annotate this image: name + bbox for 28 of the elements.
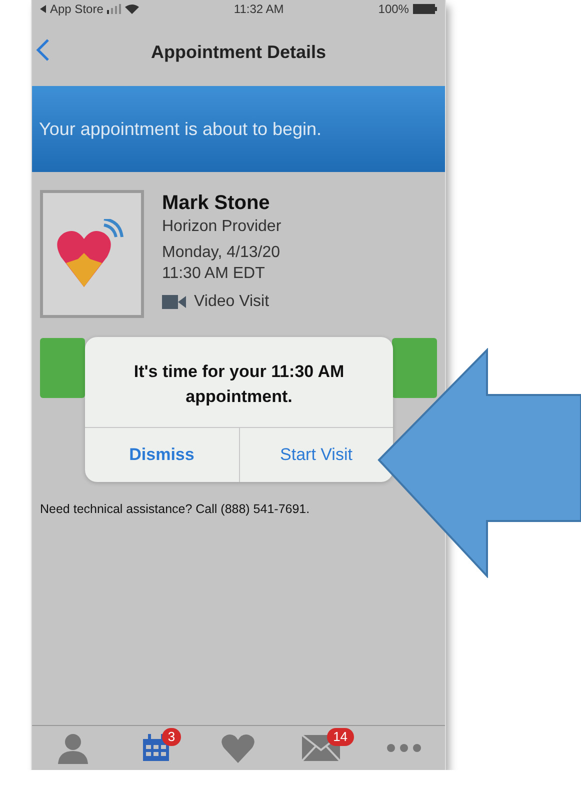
back-triangle-icon (40, 5, 46, 13)
appointment-date: Monday, 4/13/20 (162, 243, 282, 263)
wifi-icon (125, 4, 140, 14)
badge: 14 (327, 728, 354, 746)
tab-button[interactable]: 14 (291, 728, 352, 768)
back-chevron-icon[interactable] (36, 38, 50, 62)
more-icon (386, 743, 422, 753)
tab-button[interactable]: 3 (126, 728, 186, 768)
battery-percentage: 100% (378, 2, 409, 16)
visit-type: Video Visit (194, 292, 270, 312)
clock-time: 11:32 AM (234, 2, 284, 16)
screen-title: Appointment Details (150, 42, 326, 62)
battery-icon (412, 4, 437, 14)
person-icon (56, 732, 90, 764)
video-camera-icon (162, 294, 186, 308)
badge: 3 (162, 728, 182, 746)
provider-name: Mark Stone (162, 191, 271, 216)
heart-icon (221, 733, 256, 763)
button-edge (392, 338, 437, 398)
button-edge (40, 338, 85, 398)
carrier-label: App Store (50, 2, 104, 16)
provider-organization: Horizon Provider (162, 217, 282, 237)
signal-icon (107, 4, 122, 14)
dismiss-button[interactable]: Dismiss (85, 428, 238, 482)
alert-banner: Your appointment is about to begin. (32, 86, 445, 172)
alert-message: It's time for your 11:30 AM appointment. (132, 361, 346, 408)
help-text: Need technical assistance? Call (888) 541-7691. (40, 502, 311, 516)
appointment-time: 11:30 AM EDT (162, 264, 266, 284)
